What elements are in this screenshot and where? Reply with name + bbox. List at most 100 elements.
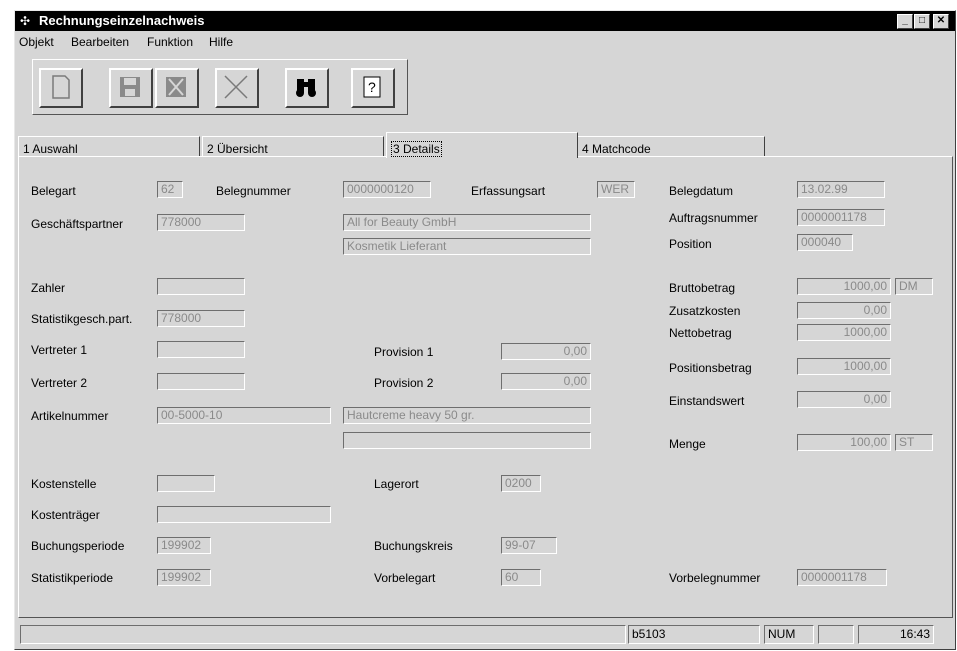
vertreter1-label: Vertreter 1: [31, 343, 88, 357]
menu-bearbeiten[interactable]: Bearbeiten: [71, 35, 129, 49]
buchungskreis-label: Buchungskreis: [374, 539, 453, 553]
artikelnummer-label: Artikelnummer: [31, 409, 109, 423]
delete-icon: [166, 77, 186, 97]
provision1-label: Provision 1: [374, 345, 434, 359]
belegnummer-field[interactable]: 0000000120: [343, 181, 431, 198]
zusatzkosten-field[interactable]: 0,00: [797, 302, 891, 319]
new-button[interactable]: [39, 68, 83, 108]
status-bar: b5103 NUM 16:43: [20, 625, 950, 645]
statistikperiode-label: Statistikperiode: [31, 571, 114, 585]
lagerort-label: Lagerort: [374, 477, 419, 491]
provision1-field[interactable]: 0,00: [501, 343, 591, 360]
provision2-field[interactable]: 0,00: [501, 373, 591, 390]
auftragsnummer-field[interactable]: 0000001178: [797, 209, 885, 226]
erfassungsart-label: Erfassungsart: [471, 184, 546, 198]
maximize-button[interactable]: □: [914, 14, 930, 29]
position-label: Position: [669, 237, 712, 251]
vorbelegart-label: Vorbelegart: [374, 571, 436, 585]
geschaeftspartner-label: Geschäftspartner: [31, 217, 124, 231]
position-field[interactable]: 000040: [797, 234, 853, 251]
zahler-label: Zahler: [31, 281, 66, 295]
details-panel: Belegart 62 Belegnummer 0000000120 Erfas…: [18, 156, 953, 618]
close-button[interactable]: ✕: [933, 14, 949, 29]
statistikgesch-label: Statistikgesch.part.: [31, 312, 133, 326]
nettobetrag-field[interactable]: 1000,00: [797, 324, 891, 341]
einstandswert-label: Einstandswert: [669, 394, 745, 408]
tab-matchcode[interactable]: 4 Matchcode: [577, 136, 765, 157]
partner-name-field[interactable]: All for Beauty GmbH: [343, 214, 591, 231]
tab-uebersicht[interactable]: 2 Übersicht: [202, 136, 384, 157]
buchungskreis-field[interactable]: 99-07: [501, 537, 557, 554]
help-glyph: ?: [368, 79, 376, 95]
cancel-button[interactable]: [215, 68, 259, 108]
status-time: 16:43: [858, 625, 934, 644]
geschaeftspartner-field[interactable]: 778000: [157, 214, 245, 231]
help-button[interactable]: ?: [351, 68, 395, 108]
belegdatum-label: Belegdatum: [669, 184, 734, 198]
kostentraeger-field[interactable]: [157, 506, 331, 523]
minimize-button[interactable]: _: [897, 14, 913, 29]
menge-field[interactable]: 100,00: [797, 434, 891, 451]
belegnummer-label: Belegnummer: [216, 184, 291, 198]
belegart-label: Belegart: [31, 184, 76, 198]
bruttobetrag-label: Bruttobetrag: [669, 281, 736, 295]
save-button[interactable]: [109, 68, 153, 108]
provision2-label: Provision 2: [374, 376, 434, 390]
application-window: ✣ Rechnungseinzelnachweis _ □ ✕ Objekt B…: [14, 10, 956, 650]
find-icon: [296, 79, 316, 97]
artikelnummer-field[interactable]: 00-5000-10: [157, 407, 331, 424]
nettobetrag-label: Nettobetrag: [669, 326, 732, 340]
kostenstelle-field[interactable]: [157, 475, 215, 492]
vorbelegnummer-field[interactable]: 0000001178: [797, 569, 887, 586]
bruttobetrag-field[interactable]: 1000,00: [797, 278, 891, 295]
unit-field[interactable]: ST: [895, 434, 933, 451]
menu-objekt[interactable]: Objekt: [19, 35, 54, 49]
zusatzkosten-label: Zusatzkosten: [669, 304, 741, 318]
status-blank: [818, 625, 854, 644]
tab-label: 2 Übersicht: [207, 142, 268, 156]
app-icon: ✣: [20, 14, 31, 28]
statistikperiode-field[interactable]: 199902: [157, 569, 211, 586]
toolbar: ?: [32, 59, 408, 115]
statistikgesch-field[interactable]: 778000: [157, 310, 245, 327]
menu-funktion[interactable]: Funktion: [147, 35, 193, 49]
positionsbetrag-label: Positionsbetrag: [669, 361, 752, 375]
kostenstelle-label: Kostenstelle: [31, 477, 97, 491]
new-document-icon: [52, 75, 70, 99]
belegart-field[interactable]: 62: [157, 181, 183, 198]
status-message: [20, 625, 626, 644]
erfassungsart-field[interactable]: WER: [597, 181, 635, 198]
menu-bar: Objekt Bearbeiten Funktion Hilfe: [15, 31, 955, 51]
vertreter2-field[interactable]: [157, 373, 245, 390]
artikel-desc1-field[interactable]: Hautcreme heavy 50 gr.: [343, 407, 591, 424]
vertreter1-field[interactable]: [157, 341, 245, 358]
menu-hilfe[interactable]: Hilfe: [209, 35, 233, 49]
belegdatum-field[interactable]: 13.02.99: [797, 181, 885, 198]
tab-label: 3 Details: [391, 141, 442, 157]
tab-details[interactable]: 3 Details: [386, 132, 578, 158]
cancel-icon: [224, 75, 248, 99]
artikel-desc2-field[interactable]: [343, 432, 591, 449]
vorbelegnummer-label: Vorbelegnummer: [669, 571, 761, 585]
einstandswert-field[interactable]: 0,00: [797, 391, 891, 408]
auftragsnummer-label: Auftragsnummer: [669, 211, 758, 225]
currency-field[interactable]: DM: [895, 278, 933, 295]
vorbelegart-field[interactable]: 60: [501, 569, 541, 586]
buchungsperiode-field[interactable]: 199902: [157, 537, 211, 554]
tab-label: 1 Auswahl: [23, 142, 78, 156]
tab-label: 4 Matchcode: [582, 142, 651, 156]
zahler-field[interactable]: [157, 278, 245, 295]
partner-desc-field[interactable]: Kosmetik Lieferant: [343, 238, 591, 255]
lagerort-field[interactable]: 0200: [501, 475, 541, 492]
buchungsperiode-label: Buchungsperiode: [31, 539, 125, 553]
find-button[interactable]: [285, 68, 329, 108]
title-bar: ✣ Rechnungseinzelnachweis _ □ ✕: [15, 11, 955, 31]
save-icon: [120, 77, 140, 97]
window-title: Rechnungseinzelnachweis: [39, 13, 205, 28]
status-db: b5103: [628, 625, 760, 644]
positionsbetrag-field[interactable]: 1000,00: [797, 358, 891, 375]
tab-auswahl[interactable]: 1 Auswahl: [18, 136, 200, 157]
kostentraeger-label: Kostenträger: [31, 508, 100, 522]
delete-button[interactable]: [155, 68, 199, 108]
status-num: NUM: [764, 625, 814, 644]
